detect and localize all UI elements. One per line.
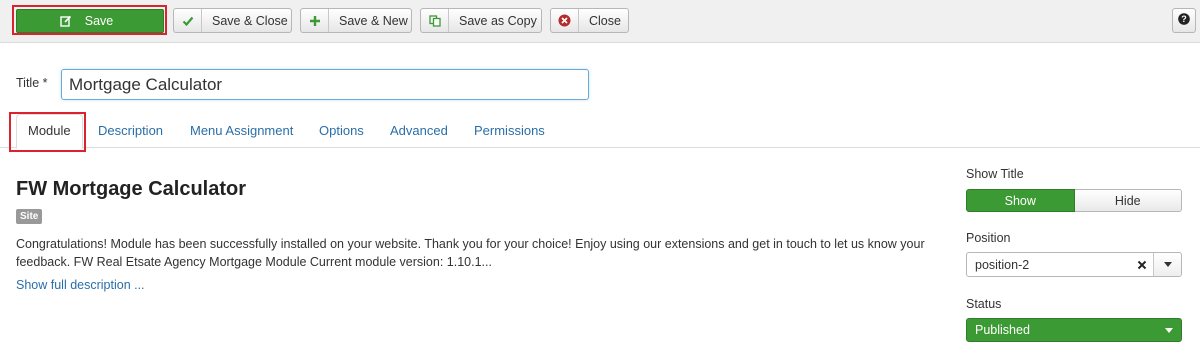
svg-text:?: ? [1181, 14, 1187, 24]
tab-module[interactable]: Module [16, 114, 83, 149]
title-label: Title * [16, 76, 48, 90]
help-icon: ? [1178, 13, 1190, 28]
tab-options[interactable]: Options [319, 114, 364, 148]
site-badge: Site [16, 209, 43, 224]
tab-advanced[interactable]: Advanced [390, 114, 448, 148]
save-close-button[interactable]: Save & Close [173, 8, 292, 33]
caret-down-icon[interactable] [1153, 253, 1181, 276]
show-full-description-link[interactable]: Show full description ... [16, 278, 145, 292]
clear-icon[interactable] [1131, 260, 1153, 270]
save-new-label: Save & New [339, 13, 408, 28]
save-new-button[interactable]: Save & New [300, 8, 412, 33]
close-label: Close [589, 13, 621, 28]
check-icon [174, 9, 202, 32]
tab-menu-assignment[interactable]: Menu Assignment [190, 114, 293, 148]
show-option[interactable]: Show [966, 189, 1075, 212]
title-input[interactable] [61, 69, 589, 100]
status-label: Status [966, 297, 1002, 311]
save-as-copy-button[interactable]: Save as Copy [420, 8, 542, 33]
position-label: Position [966, 231, 1011, 245]
save-as-copy-label: Save as Copy [459, 13, 537, 28]
copy-icon [421, 9, 449, 32]
tab-permissions[interactable]: Permissions [474, 114, 545, 148]
status-value: Published [975, 323, 1030, 337]
help-button[interactable]: ? [1172, 8, 1196, 33]
caret-down-icon [1157, 327, 1181, 333]
tab-bar: Module Description Menu Assignment Optio… [0, 114, 1200, 149]
hide-option[interactable]: Hide [1074, 189, 1182, 212]
save-close-label: Save & Close [212, 13, 288, 28]
position-select[interactable]: position-2 [966, 252, 1182, 277]
module-description: Congratulations! Module has been success… [16, 237, 925, 269]
close-button[interactable]: Close [550, 8, 629, 33]
show-title-label: Show Title [966, 167, 1024, 181]
module-heading: FW Mortgage Calculator [16, 178, 247, 200]
status-select[interactable]: Published [966, 318, 1182, 342]
cancel-circle-icon [551, 9, 579, 32]
save-button[interactable]: Save [16, 9, 164, 33]
tab-description[interactable]: Description [98, 114, 163, 148]
show-title-toggle: Show Hide [966, 189, 1182, 212]
save-label: Save [84, 14, 114, 28]
position-value: position-2 [975, 257, 1030, 272]
plus-icon [301, 9, 329, 32]
edit-icon [57, 10, 75, 32]
toolbar: Save Save & Close Save & New Save as Cop… [0, 0, 1200, 43]
